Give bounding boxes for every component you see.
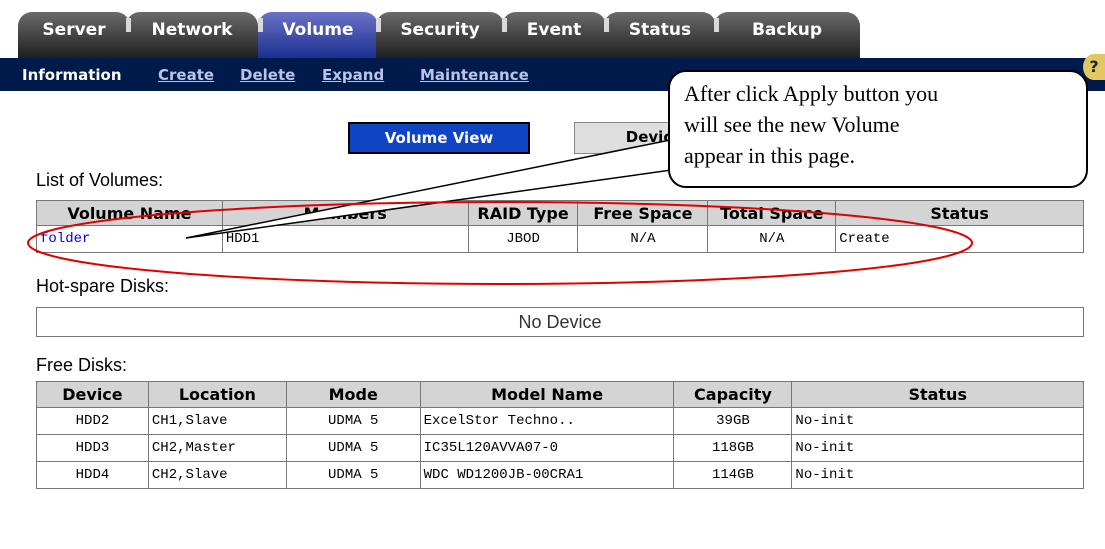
- tab-label: Network: [151, 20, 233, 40]
- cell: CH2,Master: [147, 434, 287, 462]
- tab-label: Backup: [751, 20, 823, 40]
- cell: No-init: [791, 407, 1084, 435]
- cell: IC35L120AVVA07-0: [419, 434, 675, 462]
- cell: HDD4: [36, 461, 149, 489]
- subnav-information[interactable]: Information: [22, 66, 122, 84]
- tab-label: Security: [400, 20, 480, 40]
- tab-status[interactable]: Status: [604, 12, 716, 58]
- no-device-message: No Device: [36, 307, 1084, 337]
- table-row[interactable]: HDD2 CH1,Slave UDMA 5 ExcelStor Techno..…: [36, 407, 1084, 435]
- table-row: folder HDD1 JBOD N/A N/A Create: [36, 225, 1084, 253]
- cell: UDMA 5: [285, 407, 421, 435]
- tab-server[interactable]: Server: [18, 12, 130, 58]
- subnav-expand[interactable]: Expand: [322, 66, 384, 84]
- cell: UDMA 5: [285, 434, 421, 462]
- table-header-row: Volume Name Members RAID Type Free Space…: [36, 200, 1084, 226]
- cell: 39GB: [673, 407, 793, 435]
- column-header: Total Space: [707, 200, 837, 226]
- tab-label: Volume: [282, 20, 354, 40]
- cell: CH1,Slave: [147, 407, 287, 435]
- column-header: Device: [36, 381, 149, 408]
- annotation-callout: After click Apply button you will see th…: [668, 70, 1088, 188]
- column-header: Status: [791, 381, 1084, 408]
- tab-security[interactable]: Security: [376, 12, 504, 58]
- cell: N/A: [707, 225, 837, 253]
- cell: CH2,Slave: [147, 461, 287, 489]
- help-icon[interactable]: ?: [1083, 54, 1105, 80]
- tab-label: Server: [42, 20, 106, 40]
- cell: HDD2: [36, 407, 149, 435]
- column-header: Location: [147, 381, 287, 408]
- callout-line: After click Apply button you: [684, 81, 939, 106]
- callout-line: appear in this page.: [684, 143, 856, 168]
- tab-backup[interactable]: Backup: [714, 12, 860, 58]
- subnav-maintenance[interactable]: Maintenance: [420, 66, 529, 84]
- cell: HDD3: [36, 434, 149, 462]
- table-header-row: Device Location Mode Model Name Capacity…: [36, 381, 1084, 408]
- cell: JBOD: [467, 225, 579, 253]
- cell: ExcelStor Techno..: [419, 407, 675, 435]
- column-header: RAID Type: [467, 200, 579, 226]
- free-disks-section-title: Free Disks:: [36, 355, 128, 375]
- hotspare-section-title: Hot-spare Disks:: [36, 276, 170, 296]
- cell: HDD1: [221, 225, 469, 253]
- volumes-table: Volume Name Members RAID Type Free Space…: [36, 200, 1084, 253]
- column-header: Model Name: [419, 381, 675, 408]
- tab-event[interactable]: Event: [502, 12, 606, 58]
- cell: 114GB: [673, 461, 793, 489]
- table-row[interactable]: HDD3 CH2,Master UDMA 5 IC35L120AVVA07-0 …: [36, 434, 1084, 462]
- cell: N/A: [577, 225, 709, 253]
- volume-view-button[interactable]: Volume View: [348, 122, 530, 154]
- tab-network[interactable]: Network: [126, 12, 258, 58]
- column-header: Volume Name: [36, 200, 223, 226]
- cell: WDC WD1200JB-00CRA1: [419, 461, 675, 489]
- volumes-section-title: List of Volumes:: [36, 170, 164, 190]
- callout-line: will see the new Volume: [684, 112, 900, 137]
- cell: No-init: [791, 461, 1084, 489]
- cell: UDMA 5: [285, 461, 421, 489]
- subnav-delete[interactable]: Delete: [240, 66, 295, 84]
- cell: No-init: [791, 434, 1084, 462]
- table-row[interactable]: HDD4 CH2,Slave UDMA 5 WDC WD1200JB-00CRA…: [36, 461, 1084, 489]
- column-header: Members: [221, 200, 469, 226]
- main-tab-bar: Server Network Volume Security Event Sta…: [0, 0, 860, 58]
- cell: Create: [835, 225, 1084, 253]
- column-header: Free Space: [577, 200, 709, 226]
- tab-label: Event: [526, 20, 582, 40]
- column-header: Mode: [285, 381, 421, 408]
- tab-label: Status: [628, 20, 692, 40]
- column-header: Capacity: [673, 381, 793, 408]
- tab-volume[interactable]: Volume: [258, 12, 378, 58]
- cell: 118GB: [673, 434, 793, 462]
- free-disks-table: Device Location Mode Model Name Capacity…: [36, 381, 1084, 489]
- column-header: Status: [835, 200, 1084, 226]
- subnav-create[interactable]: Create: [158, 66, 214, 84]
- volume-name-link[interactable]: folder: [36, 225, 223, 253]
